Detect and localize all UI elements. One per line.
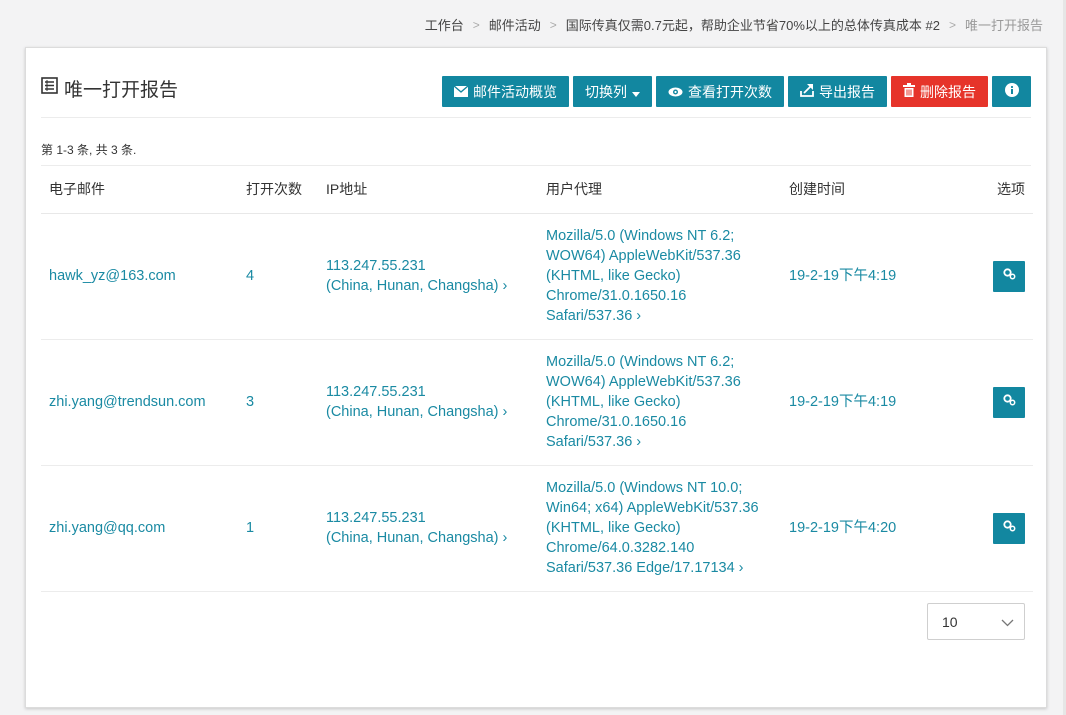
row-options-button[interactable] [993,386,1025,418]
view-opens-label: 查看打开次数 [688,83,772,100]
ua-line: WOW64) AppleWebKit/537.36 [546,374,741,390]
ua-line: Safari/537.36 Edge/17.17134 › [546,560,744,576]
info-icon [1004,83,1019,100]
created-time: 19-2-19下午4:19 [781,339,951,466]
page-size-value: 10 [942,613,958,630]
ip-line: 113.247.55.231 [326,384,426,400]
report-panel: 唯一打开报告 邮件活动概览 切换列 查看打开次数 导出报告 删除报告 第 1-3… [25,47,1047,708]
breadcrumb-separator: > [549,17,557,32]
breadcrumb-workbench[interactable]: 工作台 [425,15,464,34]
table-row: zhi.yang@qq.com 1 113.247.55.231 (China, … [41,465,1033,592]
email-link[interactable]: hawk_yz@163.com [41,213,238,340]
list-icon [41,77,64,100]
column-header-opens[interactable]: 打开次数 [238,166,318,214]
breadcrumb-campaign[interactable]: 国际传真仅需0.7元起，帮助企业节省70%以上的总体传真成本 #2 [566,15,940,34]
export-report-button[interactable]: 导出报告 [788,76,887,107]
gears-icon [1002,518,1016,538]
gears-icon [1002,392,1016,412]
breadcrumb-email-campaigns[interactable]: 邮件活动 [489,15,541,34]
open-count: 1 [238,465,318,592]
delete-report-button[interactable]: 删除报告 [891,76,988,107]
ua-line: WOW64) AppleWebKit/537.36 [546,248,741,264]
page-size-select[interactable]: 10 [927,603,1025,640]
table-row: zhi.yang@trendsun.com 3 113.247.55.231 (C… [41,339,1033,466]
trash-icon [903,83,915,100]
info-button[interactable] [992,76,1031,107]
gears-icon [1002,266,1016,286]
chevron-down-icon [1001,614,1014,630]
row-options [951,213,1033,340]
ua-line: Safari/537.36 › [546,434,642,450]
row-options-button[interactable] [993,260,1025,292]
campaign-overview-label: 邮件活动概览 [473,83,557,100]
ua-line: Win64; x64) AppleWebKit/537.36 [546,500,759,516]
opens-table: 电子邮件 打开次数 IP地址 用户代理 创建时间 选项 hawk_yz@163.… [41,166,1033,592]
caret-down-icon [632,84,640,100]
user-agent-link[interactable]: Mozilla/5.0 (Windows NT 6.2; WOW64) Apple… [538,213,781,340]
page-title-text: 唯一打开报告 [64,80,179,101]
header-divider [41,117,1031,118]
table-row: hawk_yz@163.com 4 113.247.55.231 (China, … [41,213,1033,340]
pagination-summary: 第 1-3 条, 共 3 条. [41,143,137,157]
ua-line: (KHTML, like Gecko) [546,268,681,284]
column-header-options: 选项 [951,166,1033,214]
ip-location-line: (China, Hunan, Changsha) › [326,278,508,294]
breadcrumb-current: 唯一打开报告 [964,18,1043,33]
breadcrumb: 工作台 > 邮件活动 > 国际传真仅需0.7元起，帮助企业节省70%以上的总体传… [425,15,1043,34]
user-agent-link[interactable]: Mozilla/5.0 (Windows NT 6.2; WOW64) Apple… [538,339,781,466]
row-options [951,339,1033,466]
ua-line: Mozilla/5.0 (Windows NT 10.0; [546,480,743,496]
delete-report-label: 删除报告 [920,83,976,100]
ip-address-link[interactable]: 113.247.55.231 (China, Hunan, Changsha) › [318,465,538,592]
envelope-icon [453,84,469,100]
row-options [951,465,1033,592]
ua-line: (KHTML, like Gecko) [546,520,681,536]
ip-location-line: (China, Hunan, Changsha) › [326,404,508,420]
breadcrumb-separator: > [948,17,956,32]
open-count: 3 [238,339,318,466]
created-time: 19-2-19下午4:19 [781,213,951,340]
eye-icon [668,84,683,100]
ua-line: Chrome/31.0.1650.16 [546,288,687,304]
ip-address-link[interactable]: 113.247.55.231 (China, Hunan, Changsha) › [318,213,538,340]
open-count: 4 [238,213,318,340]
ua-line: Chrome/31.0.1650.16 [546,414,687,430]
user-agent-link[interactable]: Mozilla/5.0 (Windows NT 10.0; Win64; x64)… [538,465,781,592]
ip-location-line: (China, Hunan, Changsha) › [326,530,508,546]
ua-line: (KHTML, like Gecko) [546,394,681,410]
breadcrumb-separator: > [472,17,480,32]
switch-columns-button[interactable]: 切换列 [573,76,652,107]
email-link[interactable]: zhi.yang@qq.com [41,465,238,592]
column-header-created[interactable]: 创建时间 [781,166,951,214]
ua-line: Mozilla/5.0 (Windows NT 6.2; [546,228,735,244]
campaign-overview-button[interactable]: 邮件活动概览 [442,76,569,107]
export-icon [800,83,814,100]
ip-line: 113.247.55.231 [326,258,426,274]
row-options-button[interactable] [993,512,1025,544]
column-header-user-agent[interactable]: 用户代理 [538,166,781,214]
page-title: 唯一打开报告 [41,75,178,102]
ua-line: Chrome/64.0.3282.140 [546,540,695,556]
created-time: 19-2-19下午4:20 [781,465,951,592]
ua-line: Safari/537.36 › [546,308,642,324]
ip-line: 113.247.55.231 [326,510,426,526]
column-header-ip[interactable]: IP地址 [318,166,538,214]
switch-columns-label: 切换列 [585,83,627,100]
column-header-email[interactable]: 电子邮件 [41,166,238,214]
toolbar: 邮件活动概览 切换列 查看打开次数 导出报告 删除报告 [442,76,1031,107]
table-header-row: 电子邮件 打开次数 IP地址 用户代理 创建时间 选项 [41,166,1033,214]
view-opens-button[interactable]: 查看打开次数 [656,76,784,107]
email-link[interactable]: zhi.yang@trendsun.com [41,339,238,466]
ua-line: Mozilla/5.0 (Windows NT 6.2; [546,354,735,370]
export-report-label: 导出报告 [819,83,875,100]
ip-address-link[interactable]: 113.247.55.231 (China, Hunan, Changsha) › [318,339,538,466]
